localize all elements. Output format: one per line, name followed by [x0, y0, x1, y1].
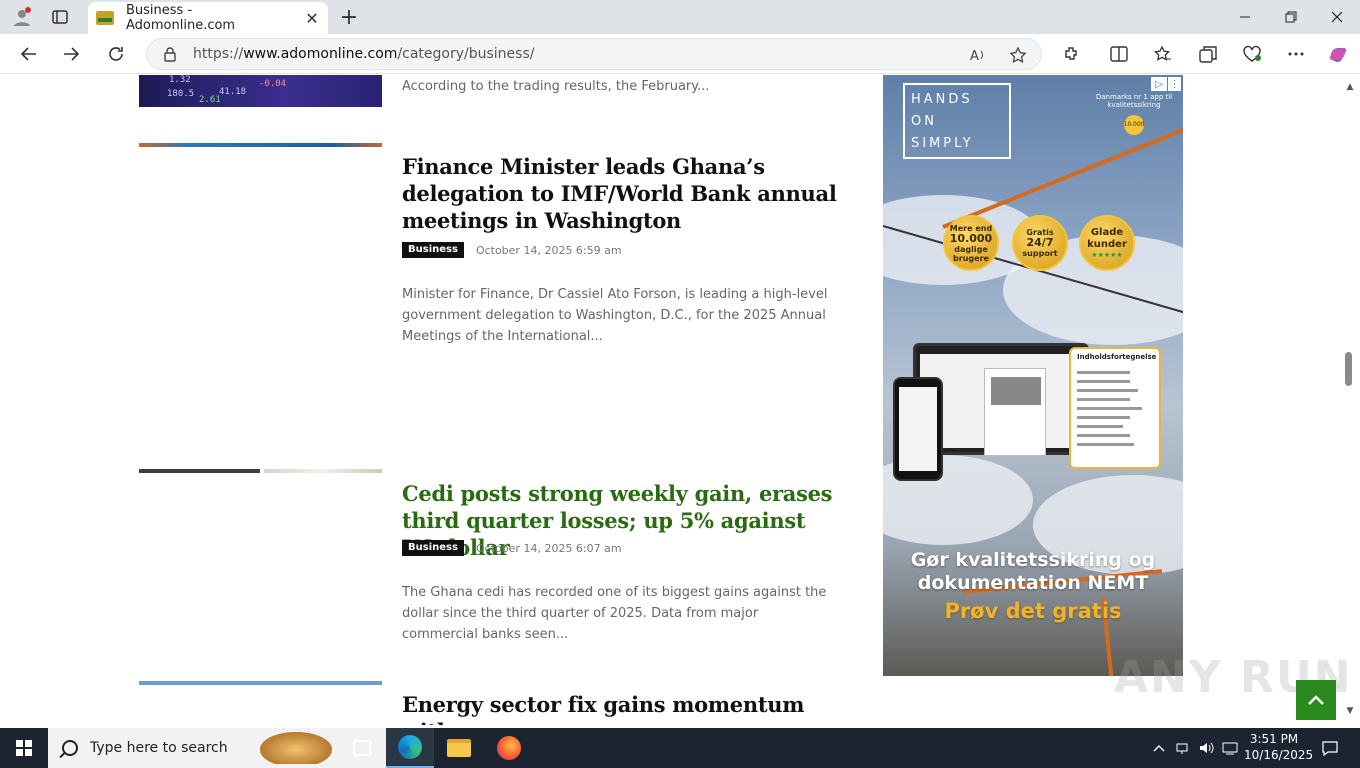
advertisement-banner[interactable]: HANDS ON SIMPLY Danmarks nr 1 app til kv… [883, 75, 1183, 676]
svg-text:A: A [970, 49, 979, 63]
tab-actions-icon[interactable] [48, 6, 72, 28]
tray-overflow-icon[interactable] [1150, 728, 1168, 768]
back-to-top-button[interactable] [1296, 680, 1336, 720]
thumbnail-figure: 41.18 [219, 87, 247, 97]
clock-date: 10/16/2025 [1244, 748, 1314, 762]
chevron-up-icon [1308, 695, 1324, 705]
notifications-button[interactable] [1312, 728, 1348, 768]
article-date: October 14, 2025 6:59 am [475, 243, 622, 257]
ad-menu-icon[interactable]: ⋮ [1168, 77, 1181, 91]
article-date: October 14, 2025 6:07 am [475, 541, 622, 555]
minimize-button[interactable] [1222, 4, 1268, 30]
scroll-up-arrow-icon[interactable]: ▲ [1344, 81, 1356, 93]
taskbar-edge[interactable] [386, 728, 434, 768]
category-badge[interactable]: Business [402, 540, 464, 556]
lock-icon[interactable] [163, 46, 177, 62]
site-favicon-icon [96, 11, 114, 25]
thumbnail-figure: 2.61 [199, 95, 221, 105]
scrollbar-thumb[interactable] [1345, 352, 1352, 386]
address-bar[interactable]: https://www.adomonline.com/category/busi… [146, 38, 1042, 70]
windows-logo-icon [16, 740, 32, 756]
firefox-icon [497, 736, 521, 760]
thumbnail-figure: -0.04 [259, 79, 287, 89]
article-excerpt: According to the trading results, the Fe… [402, 79, 710, 94]
support-seal: Gratis 24/7 support [1012, 215, 1068, 271]
ad-headline: Gør kvalitetssikring og dokumentation NE… [910, 549, 1156, 594]
favorites-icon[interactable] [1150, 42, 1176, 66]
article-excerpt: Minister for Finance, Dr Cassiel Ato For… [402, 287, 828, 344]
article-thumbnail[interactable] [139, 469, 260, 473]
restore-button[interactable] [1268, 4, 1314, 30]
phone-graphic [893, 377, 943, 481]
search-placeholder: Type here to search [90, 740, 228, 756]
network-icon[interactable] [1172, 728, 1192, 768]
ad-logo: HANDS ON SIMPLY [903, 83, 1011, 159]
tab-title: Business - Adomonline.com [126, 3, 236, 33]
article-meta: Business October 14, 2025 6:07 am [402, 540, 622, 556]
taskbar-file-explorer[interactable] [435, 728, 483, 768]
page-content: 1.32 180.5 2.61 41.18 -0.04 According to… [0, 75, 1340, 725]
article-title[interactable]: Finance Minister leads Ghana’s delegatio… [402, 153, 842, 234]
taskbar-search[interactable]: Type here to search [48, 728, 386, 768]
browser-essentials-icon[interactable] [1239, 42, 1265, 66]
toc-card: Indholdsfortegnelse [1069, 347, 1161, 469]
taskbar-firefox[interactable] [485, 728, 533, 768]
new-tab-button[interactable]: + [336, 5, 362, 30]
search-highlight-image [260, 732, 332, 764]
read-aloud-icon[interactable]: A [967, 45, 989, 65]
system-clock[interactable]: 3:51 PM 10/16/2025 [1244, 731, 1314, 763]
back-button[interactable] [13, 40, 43, 68]
browser-toolbar: https://www.adomonline.com/category/busi… [0, 34, 1360, 74]
more-menu-icon[interactable] [1283, 42, 1309, 66]
active-tab[interactable]: Business - Adomonline.com ✕ [88, 2, 328, 34]
article-thumbnail-market[interactable]: 1.32 180.5 2.61 41.18 -0.04 [139, 75, 382, 107]
collections-icon[interactable] [1195, 42, 1221, 66]
start-button[interactable] [0, 728, 48, 768]
extensions-icon[interactable] [1058, 42, 1084, 66]
thumbnail-figure: 180.5 [167, 89, 195, 99]
split-screen-icon[interactable] [1106, 42, 1132, 66]
task-view-button[interactable] [338, 728, 386, 768]
adchoices-icon[interactable]: ▷ [1151, 77, 1167, 91]
copilot-icon[interactable] [1325, 42, 1351, 66]
notification-icon [1322, 741, 1338, 756]
edge-icon [398, 735, 422, 759]
favorite-star-icon[interactable] [1007, 45, 1029, 65]
scroll-down-arrow-icon[interactable]: ▼ [1344, 705, 1356, 717]
clock-time: 3:51 PM [1249, 732, 1299, 746]
windows-taskbar: Type here to search 3:51 PM 10/16/2025 [0, 728, 1360, 768]
browser-titlebar: Business - Adomonline.com ✕ + [0, 0, 1360, 34]
forward-button[interactable] [57, 40, 87, 68]
thumbnail-figure: 1.32 [169, 75, 191, 85]
page-scrollbar[interactable]: ▲ ▼ [1340, 75, 1360, 725]
article-thumbnail[interactable] [139, 681, 382, 685]
happy-customers-seal: Glade kunder ★★★★★ [1079, 215, 1135, 271]
article-excerpt: The Ghana cedi has recorded one of its b… [402, 585, 827, 642]
article-thumbnail[interactable] [139, 143, 382, 147]
article-meta: Business October 14, 2025 6:59 am [402, 242, 622, 258]
folder-icon [447, 739, 471, 757]
award-badge: Danmarks nr 1 app til kvalitetssikring 1… [1095, 79, 1173, 163]
volume-icon[interactable] [1196, 728, 1216, 768]
article-thumbnail-part[interactable] [264, 469, 382, 473]
tab-close-icon[interactable]: ✕ [300, 6, 324, 30]
url-text[interactable]: https://www.adomonline.com/category/busi… [193, 46, 534, 62]
ad-cta-button[interactable]: Prøv det gratis [883, 599, 1183, 623]
profile-icon[interactable] [10, 6, 34, 28]
task-view-icon [353, 740, 371, 756]
input-method-icon[interactable] [1220, 728, 1240, 768]
close-window-button[interactable] [1314, 4, 1360, 30]
users-seal: Mere end 10.000 daglige brugere [943, 215, 999, 271]
article-title[interactable]: Energy sector fix gains momentum with [402, 691, 842, 725]
search-icon [62, 740, 78, 756]
refresh-button[interactable] [101, 40, 131, 68]
category-badge[interactable]: Business [402, 242, 464, 258]
